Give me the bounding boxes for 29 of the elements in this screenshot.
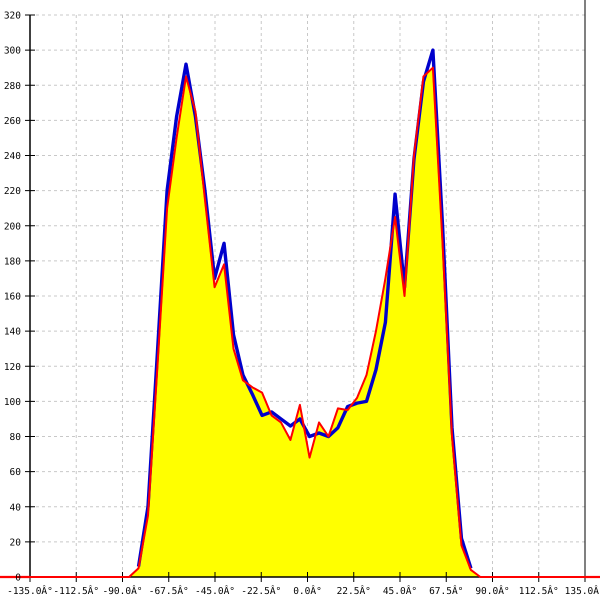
axis-tick-label: 300: [4, 46, 21, 57]
axis-tick-label: 60: [10, 467, 21, 478]
axis-tick-label: 220: [4, 186, 21, 198]
axis-tick-label: 0.0Â°: [293, 586, 322, 597]
axis-tick-label: 140: [4, 326, 21, 338]
axis-tick-label: 200: [4, 221, 21, 232]
axis-tick-label: 112.5Â°: [518, 586, 559, 597]
axis-tick-label: 40: [10, 502, 21, 514]
axis-tick-label: 20: [10, 537, 21, 548]
axis-tick-label: -112.5Â°: [53, 586, 100, 597]
axis-tick-label: 80: [10, 432, 21, 443]
axis-tick-label: 320: [4, 10, 21, 22]
axis-tick-label: 180: [4, 256, 21, 268]
axis-tick-label: 100: [4, 396, 21, 408]
axis-tick-label: 135.0Â: [564, 586, 599, 597]
axis-tick-label: -22.5Â°: [241, 586, 282, 597]
axis-tick-label: 45.0Â°: [382, 586, 418, 597]
axis-tick-label: -67.5Â°: [148, 586, 189, 597]
axis-tick-label: 240: [4, 151, 21, 162]
axis-tick-label: -45.0Â°: [194, 586, 236, 597]
axis-tick-label: 280: [4, 80, 21, 92]
axis-tick-label: 22.5Â°: [336, 586, 371, 597]
axis-tick-label: 120: [4, 362, 21, 373]
axis-tick-label: -135.0Â°: [7, 586, 53, 597]
axis-tick-label: 90.0Â°: [475, 586, 510, 597]
axis-tick-label: 67.5Â°: [429, 586, 464, 597]
axis-tick-label: 160: [4, 292, 21, 302]
axis-tick-label: 260: [4, 116, 21, 127]
axis-tick-label: -90.0Â°: [102, 586, 143, 597]
